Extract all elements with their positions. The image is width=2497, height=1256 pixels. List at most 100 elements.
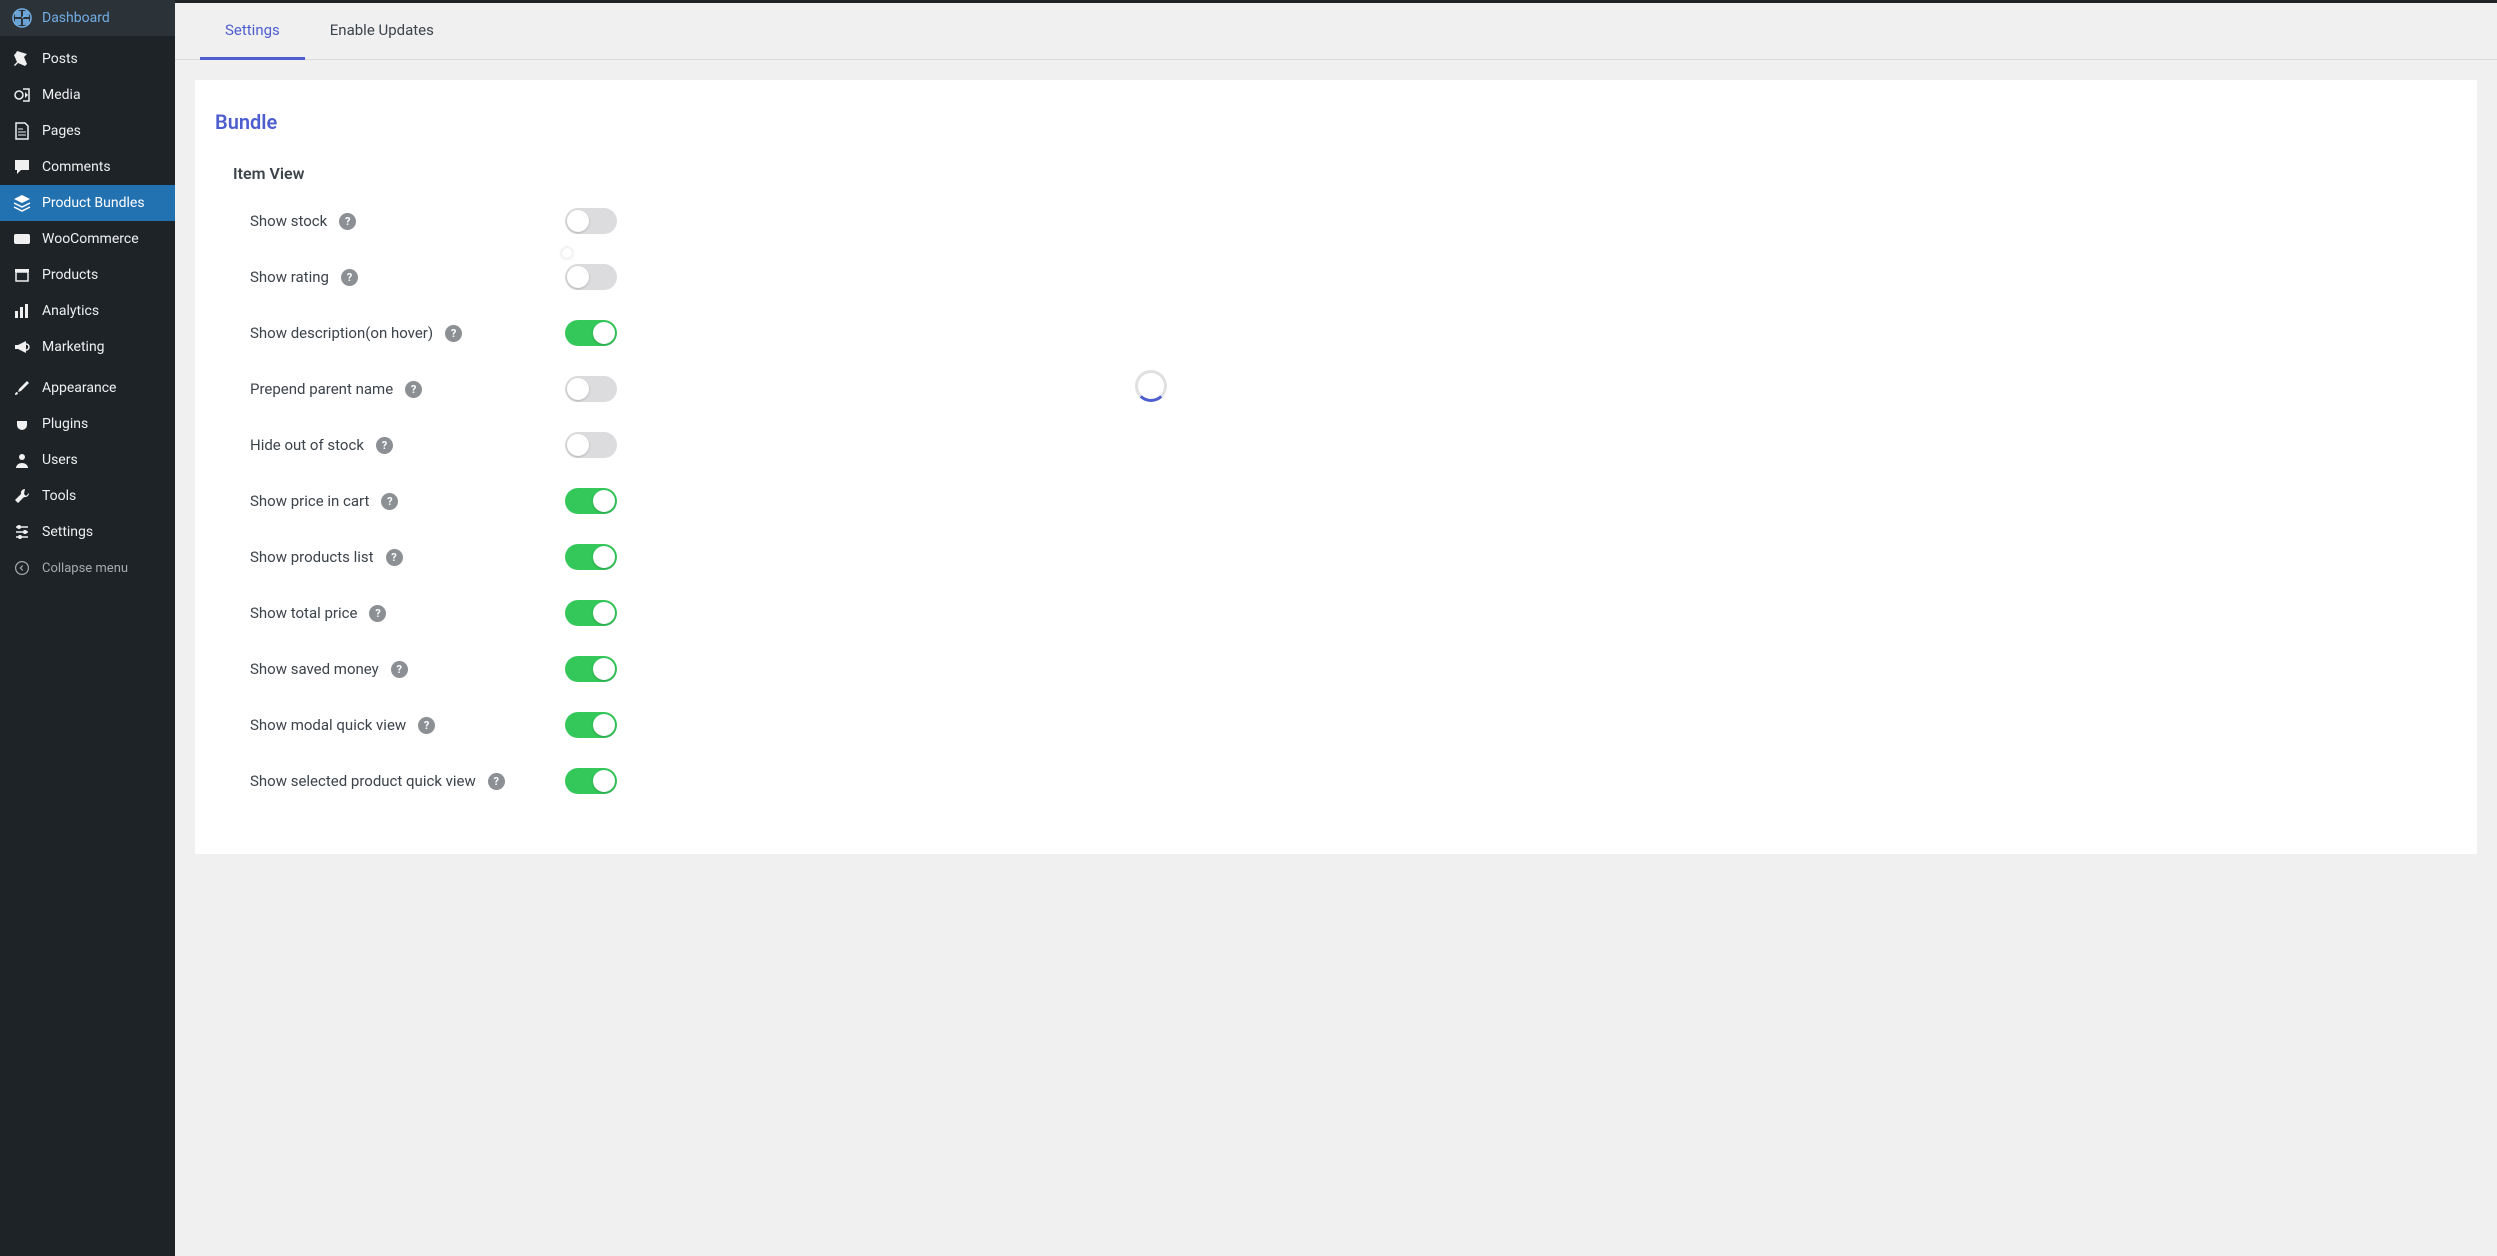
woo-icon [12,229,32,249]
sliders-icon [12,522,32,542]
sidebar-item-woocommerce[interactable]: WooCommerce [0,221,175,257]
toggle-show-saved-money[interactable] [565,656,617,682]
loading-spinner [1135,370,1167,402]
sidebar-item-label: Settings [42,524,93,540]
section-title: Bundle [215,110,2457,134]
comment-icon [12,157,32,177]
sidebar-item-label: Products [42,267,98,283]
sidebar-item-products[interactable]: Products [0,257,175,293]
sidebar-item-pages[interactable]: Pages [0,113,175,149]
sidebar-item-label: Posts [42,51,78,67]
toggle-show-total-price[interactable] [565,600,617,626]
user-icon [12,450,32,470]
setting-show-selected-product-quick-view: Show selected product quick view ? [215,768,2457,794]
toggle-show-stock[interactable] [565,208,617,234]
page-icon [12,121,32,141]
setting-show-rating: Show rating ? [215,264,2457,290]
toggle-show-price-in-cart[interactable] [565,488,617,514]
sidebar-item-label: Appearance [42,380,116,396]
sidebar-item-marketing[interactable]: Marketing [0,329,175,365]
megaphone-icon [12,337,32,357]
dashboard-icon [12,8,32,28]
sidebar-item-label: Pages [42,123,81,139]
setting-show-saved-money: Show saved money ? [215,656,2457,682]
layers-icon [12,193,32,213]
setting-hide-out-of-stock: Hide out of stock ? [215,432,2457,458]
admin-sidebar: Dashboard Posts Media Pages Comments Pro… [0,0,175,1256]
sidebar-item-label: WooCommerce [42,231,139,247]
help-icon[interactable]: ? [418,717,435,734]
sidebar-item-posts[interactable]: Posts [0,41,175,77]
sidebar-item-tools[interactable]: Tools [0,478,175,514]
help-icon[interactable]: ? [445,325,462,342]
setting-show-products-list: Show products list ? [215,544,2457,570]
toggle-hide-out-of-stock[interactable] [565,432,617,458]
brush-icon [12,378,32,398]
setting-prepend-parent-name: Prepend parent name ? [215,376,2457,402]
tab-enable-updates[interactable]: Enable Updates [305,3,459,59]
setting-label: Show description(on hover) [250,324,433,342]
wrench-icon [12,486,32,506]
sidebar-item-label: Tools [42,488,76,504]
help-icon[interactable]: ? [341,269,358,286]
sidebar-item-users[interactable]: Users [0,442,175,478]
sidebar-item-media[interactable]: Media [0,77,175,113]
settings-panel: Bundle Item View Show stock ? Show ratin… [195,80,2477,854]
sidebar-item-comments[interactable]: Comments [0,149,175,185]
setting-show-price-in-cart: Show price in cart ? [215,488,2457,514]
media-icon [12,85,32,105]
setting-label: Show rating [250,268,329,286]
pin-icon [12,49,32,69]
help-icon[interactable]: ? [339,213,356,230]
toggle-show-products-list[interactable] [565,544,617,570]
setting-label: Show price in cart [250,492,369,510]
sidebar-item-label: Media [42,87,81,103]
sidebar-item-product-bundles[interactable]: Product Bundles [0,185,175,221]
setting-show-stock: Show stock ? [215,208,2457,234]
sidebar-item-label: Dashboard [42,10,110,26]
collapse-label: Collapse menu [42,561,128,576]
sidebar-item-dashboard[interactable]: Dashboard [0,0,175,36]
help-icon[interactable]: ? [488,773,505,790]
toggle-show-selected-product-quick-view[interactable] [565,768,617,794]
help-icon[interactable]: ? [391,661,408,678]
tabbar: Settings Enable Updates [175,3,2497,60]
main-content: Settings Enable Updates Bundle Item View… [175,0,2497,1256]
setting-show-modal-quick-view: Show modal quick view ? [215,712,2457,738]
setting-label: Show modal quick view [250,716,406,734]
setting-label: Show total price [250,604,357,622]
chart-icon [12,301,32,321]
tab-settings[interactable]: Settings [200,3,305,60]
toggle-prepend-parent-name[interactable] [565,376,617,402]
setting-label: Prepend parent name [250,380,393,398]
toggle-show-modal-quick-view[interactable] [565,712,617,738]
sidebar-item-label: Analytics [42,303,99,319]
toggle-show-rating[interactable] [565,264,617,290]
sidebar-item-plugins[interactable]: Plugins [0,406,175,442]
sidebar-item-label: Plugins [42,416,88,432]
sidebar-item-label: Users [42,452,78,468]
subsection-title: Item View [233,164,2457,183]
setting-label: Show stock [250,212,327,230]
sidebar-item-appearance[interactable]: Appearance [0,370,175,406]
collapse-icon [12,558,32,578]
setting-label: Show selected product quick view [250,772,476,790]
help-icon[interactable]: ? [405,381,422,398]
tour-highlight-dot [562,248,572,258]
sidebar-item-settings[interactable]: Settings [0,514,175,550]
plug-icon [12,414,32,434]
setting-show-description: Show description(on hover) ? [215,320,2457,346]
help-icon[interactable]: ? [386,549,403,566]
collapse-menu-button[interactable]: Collapse menu [0,550,175,586]
help-icon[interactable]: ? [376,437,393,454]
setting-label: Show saved money [250,660,379,678]
archive-icon [12,265,32,285]
help-icon[interactable]: ? [369,605,386,622]
toggle-show-description[interactable] [565,320,617,346]
setting-label: Hide out of stock [250,436,364,454]
help-icon[interactable]: ? [381,493,398,510]
sidebar-item-label: Marketing [42,339,105,355]
sidebar-item-label: Product Bundles [42,195,145,211]
setting-show-total-price: Show total price ? [215,600,2457,626]
sidebar-item-analytics[interactable]: Analytics [0,293,175,329]
